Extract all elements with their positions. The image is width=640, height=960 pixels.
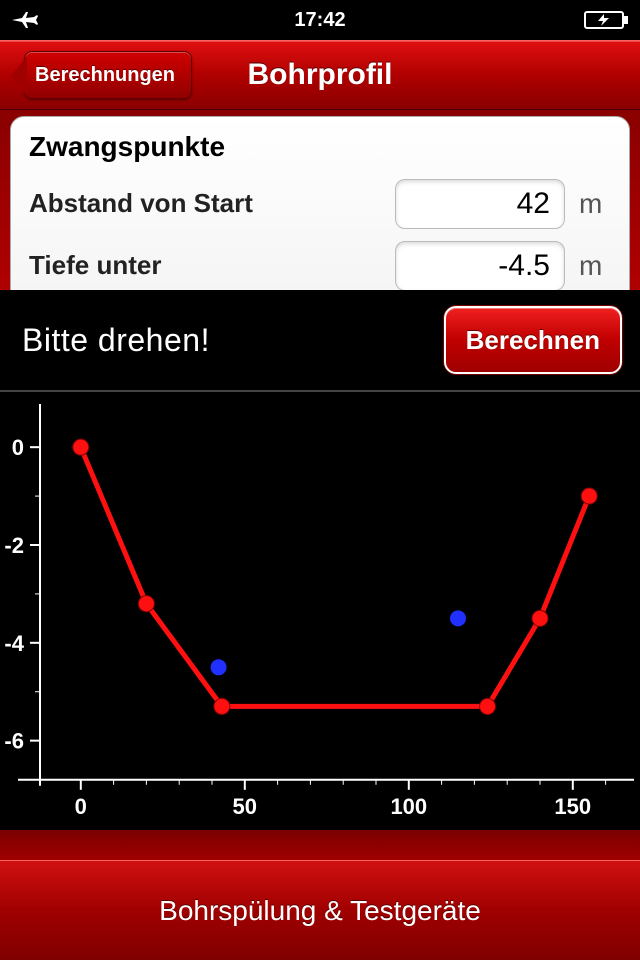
svg-text:-6: -6	[4, 729, 24, 754]
field-distance-label: Abstand von Start	[29, 189, 395, 219]
back-button-label: Berechnungen	[35, 64, 175, 87]
constraints-card: Zwangspunkte Abstand von Start m Tiefe u…	[10, 116, 630, 290]
gap-strip	[0, 830, 640, 860]
battery-charging-icon	[584, 10, 630, 30]
profile-chart: 0 50 100 150 0 -2 -4 -6	[4, 398, 636, 830]
compute-button[interactable]: Berechnen	[444, 306, 622, 374]
svg-text:-4: -4	[4, 631, 24, 656]
status-bar: 17:42	[0, 0, 640, 40]
status-left	[10, 10, 90, 30]
svg-text:50: 50	[233, 794, 257, 819]
rotate-hint: Bitte drehen!	[22, 322, 210, 359]
svg-text:0: 0	[75, 794, 87, 819]
svg-text:0: 0	[12, 435, 24, 460]
field-depth-label: Tiefe unter	[29, 251, 395, 281]
compute-button-label: Berechnen	[466, 325, 600, 356]
status-right	[550, 10, 630, 30]
svg-text:100: 100	[390, 794, 427, 819]
status-time: 17:42	[90, 9, 550, 32]
nav-bar: Berechnungen Bohrprofil	[0, 40, 640, 110]
back-button[interactable]: Berechnungen	[24, 51, 192, 99]
field-distance-unit: m	[565, 188, 611, 220]
field-depth-input[interactable]	[395, 241, 565, 290]
field-distance-input[interactable]	[395, 179, 565, 229]
chart-area: 0 50 100 150 0 -2 -4 -6	[0, 390, 640, 830]
svg-text:-2: -2	[4, 533, 24, 558]
svg-text:150: 150	[554, 794, 591, 819]
field-distance-row: Abstand von Start m	[29, 179, 611, 229]
field-depth-unit: m	[565, 250, 611, 282]
form-zone: Zwangspunkte Abstand von Start m Tiefe u…	[0, 110, 640, 290]
footer-label: Bohrspülung & Testgeräte	[159, 895, 481, 927]
action-bar: Bitte drehen! Berechnen	[0, 290, 640, 390]
card-heading: Zwangspunkte	[29, 131, 611, 163]
footer-bar[interactable]: Bohrspülung & Testgeräte	[0, 860, 640, 960]
field-depth-row: Tiefe unter m	[29, 241, 611, 290]
airplane-mode-icon	[10, 10, 40, 30]
